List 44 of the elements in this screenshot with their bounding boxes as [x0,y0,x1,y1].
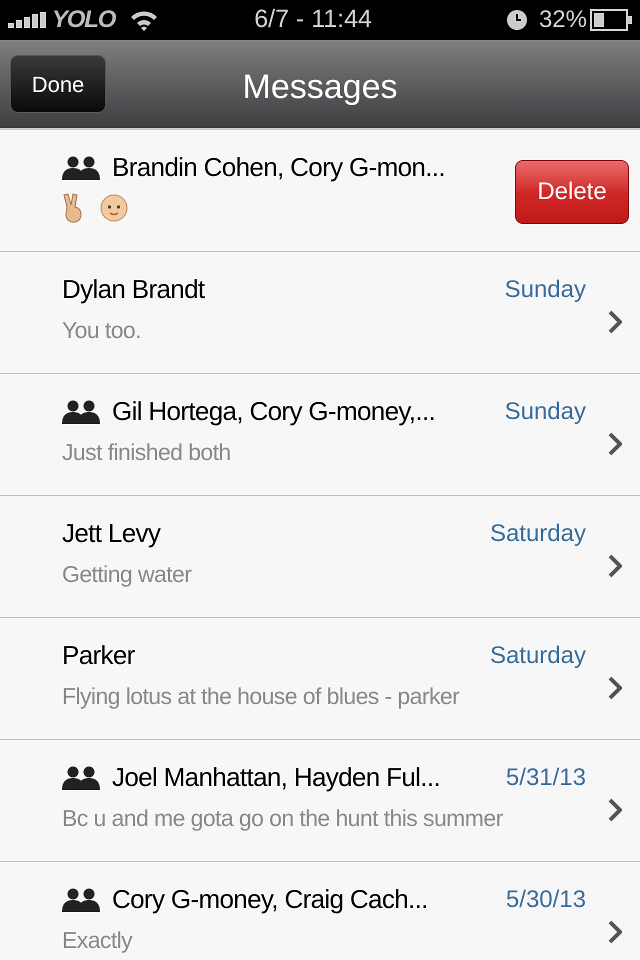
message-date: Sunday [504,397,586,427]
conversation-row[interactable]: Jett Levy Getting water Saturday [0,496,640,618]
nav-title: Messages [242,67,398,108]
message-date: Sunday [504,275,586,305]
contact-name: Jett Levy [62,517,160,550]
conversation-row[interactable]: Cory G-money, Craig Cach... Exactly 5/30/13 [0,862,640,960]
signal-icon [8,12,48,28]
chevron-icon [608,920,622,944]
contact-name: Joel Manhattan, Hayden Ful... [112,761,440,794]
baby-face-icon [100,194,128,222]
chevron-icon [608,554,622,578]
message-date: Saturday [490,519,586,549]
conversation-row[interactable]: Joel Manhattan, Hayden Ful... Bc u and me gota go on the hunt this summer 5/31/13 [0,740,640,862]
wifi-icon [129,9,160,31]
message-preview: Flying lotus at the house of blues - parker [62,682,460,711]
battery-icon [590,9,632,31]
conversation-row[interactable]: Parker Flying lotus at the house of blues - parker Saturday [0,618,640,740]
done-button[interactable]: Done [10,55,106,113]
battery-percent: 32% [538,5,587,35]
status-time: 6/7 - 11:44 [253,4,373,36]
chevron-icon [608,432,622,456]
message-preview: Getting water [62,560,192,589]
contact-name: Dylan Brandt [62,273,204,306]
peace-hand-icon [62,193,84,223]
message-date: Saturday [490,641,586,671]
chevron-icon [608,798,622,822]
contact-name: Cory G-money, Craig Cach... [112,883,428,916]
message-date: 5/31/13 [506,763,586,793]
delete-button[interactable]: Delete [515,160,629,224]
chevron-icon [608,310,622,334]
clock-icon [506,10,527,30]
message-preview: Exactly [62,926,132,955]
contact-name: Parker [62,639,135,672]
chevron-icon [608,676,622,700]
conversation-row[interactable]: Brandin Cohen, Cory G-mon... Delete [0,130,640,252]
conversation-row[interactable]: Dylan Brandt You too. Sunday [0,252,640,374]
contact-name: Brandin Cohen, Cory G-mon... [112,151,445,184]
carrier-name: YOLO [52,5,116,35]
message-preview: Bc u and me gota go on the hunt this summer [62,804,503,833]
message-preview: You too. [62,316,141,345]
message-preview: Just finished both [62,438,231,467]
conversation-row[interactable]: Gil Hortega, Cory G-money,... Just finished both Sunday [0,374,640,496]
message-date: 5/30/13 [506,885,586,915]
contact-name: Gil Hortega, Cory G-money,... [112,395,436,428]
